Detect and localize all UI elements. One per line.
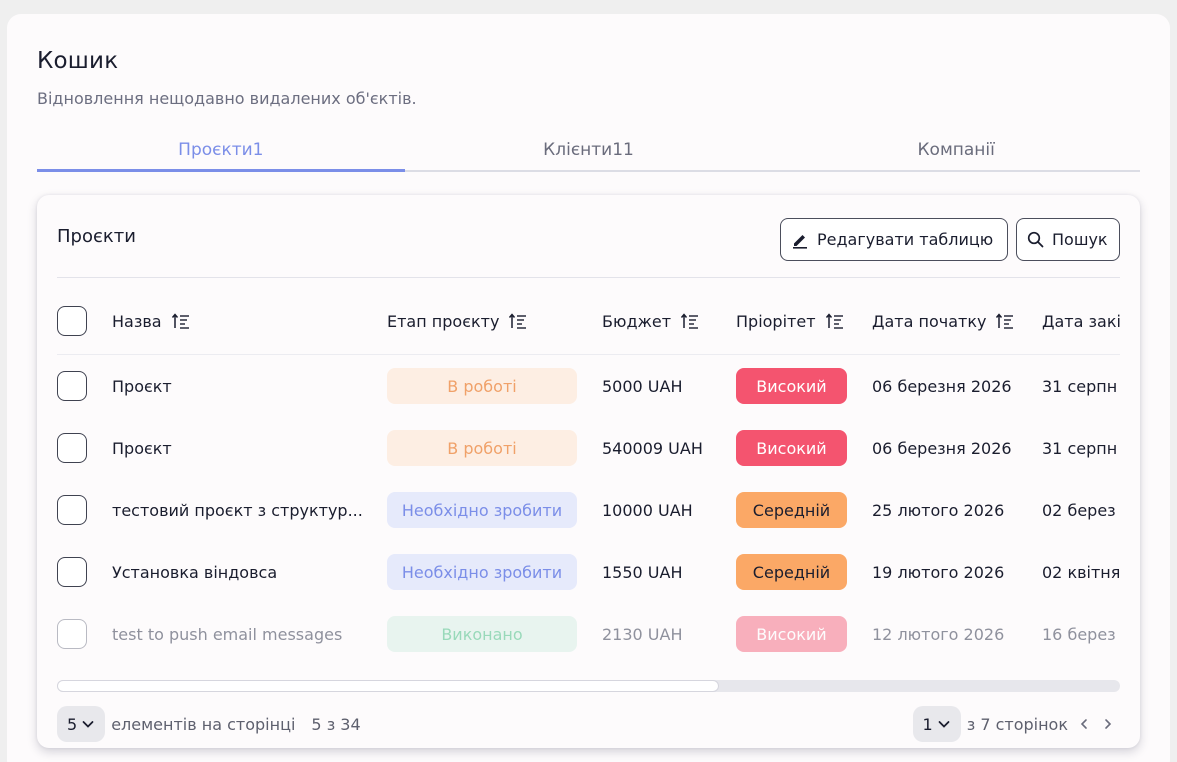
- tab-bar: Проєкти1 Клієнти11 Компанії: [37, 136, 1140, 172]
- stage-badge: В роботі: [387, 430, 577, 466]
- page-card: Кошик Відновлення нещодавно видалених об…: [7, 14, 1170, 762]
- search-button[interactable]: Пошук: [1016, 218, 1120, 261]
- stage-cell: В роботі: [387, 355, 577, 417]
- search-label: Пошук: [1052, 230, 1108, 249]
- table-row[interactable]: Проєкт В роботі 5000 UAH Високий 06 березня …: [57, 355, 1120, 417]
- chevron-down-icon: [82, 721, 94, 728]
- table-row[interactable]: test to push email messages Виконано 2130 …: [57, 603, 1120, 665]
- priority-badge: Високий: [736, 430, 847, 466]
- project-name: test to push email messages: [112, 624, 343, 644]
- project-name: Установка віндовса: [112, 562, 278, 582]
- card-divider: [57, 277, 1120, 278]
- chevron-down-icon: [938, 721, 950, 728]
- stage-badge: Виконано: [387, 616, 577, 652]
- column-header-budget[interactable]: Бюджет: [602, 288, 699, 354]
- table-row[interactable]: Проєкт В роботі 540009 UAH Високий 06 березн…: [57, 417, 1120, 479]
- items-range: 5 з 34: [311, 714, 361, 734]
- priority-cell: Високий: [736, 417, 847, 479]
- table-row[interactable]: тестовий проєкт з структур... Необхідно з…: [57, 479, 1120, 541]
- page-subtitle: Відновлення нещодавно видалених об'єктів…: [37, 89, 417, 108]
- tab-companies[interactable]: Компанії: [772, 136, 1140, 170]
- horizontal-scrollbar[interactable]: [57, 680, 1120, 692]
- priority-cell: Високий: [736, 355, 847, 417]
- priority-badge: Високий: [736, 368, 847, 404]
- previous-page-button[interactable]: [1072, 706, 1096, 742]
- project-name: Проєкт: [112, 438, 172, 458]
- stage-badge: Необхідно зробити: [387, 554, 577, 590]
- row-checkbox[interactable]: [57, 619, 87, 649]
- projects-table[interactable]: Назва Етап проєкту Бюджет Пріорітет Дата…: [57, 288, 1120, 668]
- column-header-name[interactable]: Назва: [112, 288, 190, 354]
- budget-cell: 1550 UAH: [602, 562, 683, 582]
- page-size-select[interactable]: 5: [57, 706, 106, 742]
- budget-cell: 540009 UAH: [602, 438, 703, 458]
- stage-badge: Необхідно зробити: [387, 492, 577, 528]
- card-title: Проєкти: [57, 226, 136, 247]
- stage-cell: Необхідно зробити: [387, 479, 577, 541]
- row-checkbox[interactable]: [57, 557, 87, 587]
- chevron-right-icon: [1105, 719, 1112, 729]
- pages-label: з 7 сторінок: [966, 714, 1068, 734]
- chevron-left-icon: [1080, 719, 1087, 729]
- projects-table-card: Проєкти Редагувати таблицю Пошук Назва Е…: [37, 195, 1140, 748]
- search-icon: [1027, 231, 1044, 248]
- page-size-label: елементів на сторінці: [111, 714, 296, 734]
- start-date-cell: 06 березня 2026: [872, 438, 1012, 458]
- priority-badge: Високий: [736, 616, 847, 652]
- start-date-cell: 12 лютого 2026: [872, 624, 1005, 644]
- next-page-button[interactable]: [1096, 706, 1120, 742]
- priority-badge: Середній: [736, 554, 847, 590]
- budget-cell: 10000 UAH: [602, 500, 693, 520]
- pagination: 1 з 7 сторінок: [912, 706, 1120, 742]
- priority-cell: Високий: [736, 603, 847, 665]
- end-date-cell: 31 серпн: [1042, 376, 1118, 396]
- tab-projects[interactable]: Проєкти1: [37, 136, 405, 172]
- start-date-cell: 25 лютого 2026: [872, 500, 1005, 520]
- priority-badge: Середній: [736, 492, 847, 528]
- page-size-controls: 5 елементів на сторінці 5 з 34: [57, 706, 361, 742]
- end-date-cell: 02 квітня: [1042, 562, 1120, 582]
- edit-table-label: Редагувати таблицю: [817, 230, 994, 249]
- column-header-stage[interactable]: Етап проєкту: [387, 288, 527, 354]
- sort-icon[interactable]: [681, 313, 699, 329]
- priority-cell: Середній: [736, 479, 847, 541]
- stage-cell: Необхідно зробити: [387, 541, 577, 603]
- column-header-priority[interactable]: Пріорітет: [736, 288, 844, 354]
- pencil-icon: [793, 234, 807, 249]
- row-checkbox[interactable]: [57, 371, 87, 401]
- priority-cell: Середній: [736, 541, 847, 603]
- start-date-cell: 19 лютого 2026: [872, 562, 1005, 582]
- tab-clients[interactable]: Клієнти11: [405, 136, 773, 170]
- start-date-cell: 06 березня 2026: [872, 376, 1012, 396]
- column-header-end-date[interactable]: Дата закі: [1042, 288, 1120, 354]
- budget-cell: 5000 UAH: [602, 376, 683, 396]
- sort-icon[interactable]: [825, 313, 844, 329]
- select-all-checkbox[interactable]: [57, 306, 87, 336]
- end-date-cell: 31 серпн: [1042, 438, 1118, 458]
- table-header-row: Назва Етап проєкту Бюджет Пріорітет Дата…: [57, 288, 1120, 355]
- end-date-cell: 02 берез: [1042, 500, 1116, 520]
- budget-cell: 2130 UAH: [602, 624, 683, 644]
- stage-badge: В роботі: [387, 368, 577, 404]
- sort-icon[interactable]: [996, 313, 1014, 329]
- stage-cell: В роботі: [387, 417, 577, 479]
- stage-cell: Виконано: [387, 603, 577, 665]
- page-title: Кошик: [37, 48, 119, 74]
- column-header-start-date[interactable]: Дата початку: [872, 288, 1014, 354]
- page-select[interactable]: 1: [912, 706, 961, 742]
- sort-icon[interactable]: [171, 313, 190, 329]
- edit-table-button[interactable]: Редагувати таблицю: [780, 218, 1008, 261]
- row-checkbox[interactable]: [57, 495, 87, 525]
- row-checkbox[interactable]: [57, 433, 87, 463]
- project-name: тестовий проєкт з структур...: [112, 500, 363, 520]
- sort-icon[interactable]: [509, 313, 527, 329]
- project-name: Проєкт: [112, 376, 172, 396]
- scrollbar-thumb[interactable]: [57, 680, 719, 692]
- table-row[interactable]: Установка віндовса Необхідно зробити 1550 …: [57, 541, 1120, 603]
- end-date-cell: 16 берез: [1042, 624, 1116, 644]
